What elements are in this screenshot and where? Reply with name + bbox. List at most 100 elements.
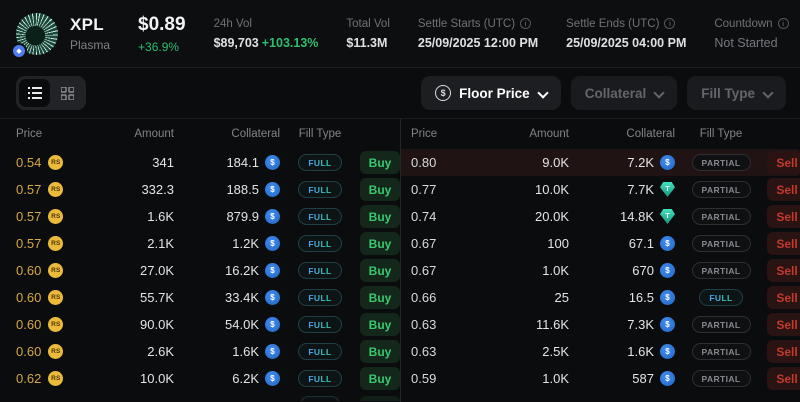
token-header: ◆ XPL Plasma $0.89 +36.9% 24h Vol $89,70… xyxy=(0,0,800,68)
buy-button[interactable]: Buy xyxy=(360,313,400,336)
buy-order-row[interactable]: 0.62RS10.0K6.2K$FULLBuy xyxy=(0,365,400,392)
price-value: 0.60 xyxy=(16,290,41,305)
fill-type-pill: PARTIAL xyxy=(692,262,751,279)
usdt-icon: T xyxy=(660,209,675,224)
sell-button[interactable]: Sell xyxy=(767,340,800,363)
action-cell: Sell xyxy=(767,178,800,201)
info-icon[interactable]: i xyxy=(778,18,789,29)
col-amount: Amount xyxy=(104,128,174,140)
fill-type-cell: FULL xyxy=(280,262,360,279)
sell-order-row[interactable]: 0.809.0K7.2K$PARTIALSell xyxy=(401,149,799,176)
list-view-button[interactable] xyxy=(19,79,50,107)
order-collateral: 7.3K$ xyxy=(569,317,675,332)
rs-badge-icon: RS xyxy=(48,290,63,305)
usdc-icon: $ xyxy=(660,317,675,332)
fill-type-pill: FULL xyxy=(298,289,341,306)
order-amount: 9.0K xyxy=(491,155,569,170)
rs-badge-icon: RS xyxy=(48,155,63,170)
sell-button[interactable]: Sell xyxy=(767,259,800,282)
buy-button[interactable]: Buy xyxy=(360,178,400,201)
buy-order-row[interactable]: 0.57RS2.1K1.2K$FULLBuy xyxy=(0,230,400,257)
action-cell: Buy xyxy=(360,205,400,228)
buy-button[interactable]: Buy xyxy=(360,286,400,309)
sell-order-row[interactable]: 0.7420.0K14.8KTPARTIALSell xyxy=(401,203,799,230)
sell-button[interactable]: Sell xyxy=(767,178,800,201)
fill-type-dropdown[interactable]: Fill Type xyxy=(687,76,786,110)
fill-type-label: Fill Type xyxy=(701,86,755,101)
collateral-label: Collateral xyxy=(585,86,647,101)
fill-type-label: PARTIAL xyxy=(702,239,741,249)
buy-button[interactable]: Buy xyxy=(360,205,400,228)
sell-order-row[interactable]: 0.6311.6K7.3K$PARTIALSell xyxy=(401,311,799,338)
action-cell: Buy xyxy=(360,367,400,390)
usdc-icon: $ xyxy=(265,371,280,386)
buy-button[interactable]: Buy xyxy=(360,340,400,363)
usdc-icon: $ xyxy=(265,263,280,278)
info-icon[interactable]: i xyxy=(520,18,531,29)
sell-button[interactable]: Sell xyxy=(767,367,800,390)
price-value: 0.59 xyxy=(411,371,436,386)
col-fill-type: Fill Type xyxy=(675,128,767,140)
fill-type-label: PARTIAL xyxy=(702,320,741,330)
stat-value: Not Started xyxy=(714,36,777,50)
buy-order-row[interactable]: 0.60RS2.6K1.6K$FULLBuy xyxy=(0,338,400,365)
buy-button[interactable]: Buy xyxy=(360,259,400,282)
action-cell: Sell xyxy=(767,259,800,282)
order-amount: 10.0K xyxy=(491,182,569,197)
stat-label: 24h Vol xyxy=(214,18,252,30)
stat-label: Settle Starts (UTC) xyxy=(418,18,515,30)
collateral-value: 67.1 xyxy=(629,236,654,251)
sell-order-row[interactable]: 0.591.0K587$PARTIALSell xyxy=(401,365,799,392)
buy-order-row[interactable]: 0.60RS27.0K16.2K$FULLBuy xyxy=(0,257,400,284)
buy-order-row[interactable]: 0.57RS332.3188.5$FULLBuy xyxy=(0,176,400,203)
col-collateral: Collateral xyxy=(569,128,675,140)
info-icon[interactable]: i xyxy=(664,18,675,29)
buy-button[interactable]: Buy xyxy=(360,151,400,174)
sell-button[interactable]: Sell xyxy=(767,286,800,309)
buy-button[interactable]: Buy xyxy=(360,232,400,255)
orderbook: Price Amount Collateral Fill Type 0.54RS… xyxy=(0,118,800,402)
order-amount: 2.6K xyxy=(104,344,174,359)
sell-button[interactable]: Sell xyxy=(767,313,800,336)
action-cell: Buy xyxy=(360,151,400,174)
sell-order-row[interactable]: 0.662516.5$FULLSell xyxy=(401,284,799,311)
grid-view-icon xyxy=(61,87,74,100)
sell-button[interactable]: Sell xyxy=(767,232,800,255)
grid-view-button[interactable] xyxy=(52,79,83,107)
sell-order-row[interactable]: 0.632.5K1.6K$PARTIALSell xyxy=(401,338,799,365)
floor-price-dropdown[interactable]: $ Floor Price xyxy=(421,76,561,110)
collateral-dropdown[interactable]: Collateral xyxy=(571,76,678,110)
collateral-value: 16.2K xyxy=(225,263,259,278)
order-collateral: 6.2K $ xyxy=(174,371,280,386)
sell-order-row[interactable]: 0.671.0K670$PARTIALSell xyxy=(401,257,799,284)
sell-button[interactable]: Sell xyxy=(767,205,800,228)
fill-type-label: FULL xyxy=(308,158,331,168)
order-collateral: 14.8KT xyxy=(569,209,675,224)
order-amount: 100 xyxy=(491,236,569,251)
token-group: ◆ XPL Plasma xyxy=(16,13,110,55)
fill-type-cell: PARTIAL xyxy=(675,370,767,387)
action-cell: Sell xyxy=(767,286,800,309)
sell-order-row[interactable]: 0.7710.0K7.7KTPARTIALSell xyxy=(401,176,799,203)
fill-type-cell: PARTIAL xyxy=(675,181,767,198)
order-amount: 55.7K xyxy=(104,290,174,305)
buy-order-row[interactable]: 0.57RS1.6K879.9$FULLBuy xyxy=(0,203,400,230)
collateral-value: 6.2K xyxy=(232,371,259,386)
buy-order-row[interactable]: 0.54RS341184.1$FULLBuy xyxy=(0,149,400,176)
buy-rows: 0.54RS341184.1$FULLBuy0.57RS332.3188.5$F… xyxy=(0,149,400,392)
sell-button[interactable]: Sell xyxy=(767,151,800,174)
fill-type-label: FULL xyxy=(308,374,331,384)
price-value: 0.62 xyxy=(16,371,41,386)
usdc-icon: $ xyxy=(660,290,675,305)
buy-order-row[interactable]: 0.60RS55.7K33.4K$FULLBuy xyxy=(0,284,400,311)
sell-order-row[interactable]: 0.6710067.1$PARTIALSell xyxy=(401,230,799,257)
col-price: Price xyxy=(16,128,104,140)
view-toggle xyxy=(16,76,86,110)
price-value: 0.57 xyxy=(16,236,41,251)
buy-button[interactable]: Buy xyxy=(360,367,400,390)
usdc-icon: $ xyxy=(660,344,675,359)
order-price: 0.54RS xyxy=(16,155,104,170)
order-price: 0.60RS xyxy=(16,263,104,278)
buy-order-row[interactable]: 0.60RS90.0K54.0K$FULLBuy xyxy=(0,311,400,338)
stat-value: 25/09/2025 04:00 PM xyxy=(566,36,686,50)
